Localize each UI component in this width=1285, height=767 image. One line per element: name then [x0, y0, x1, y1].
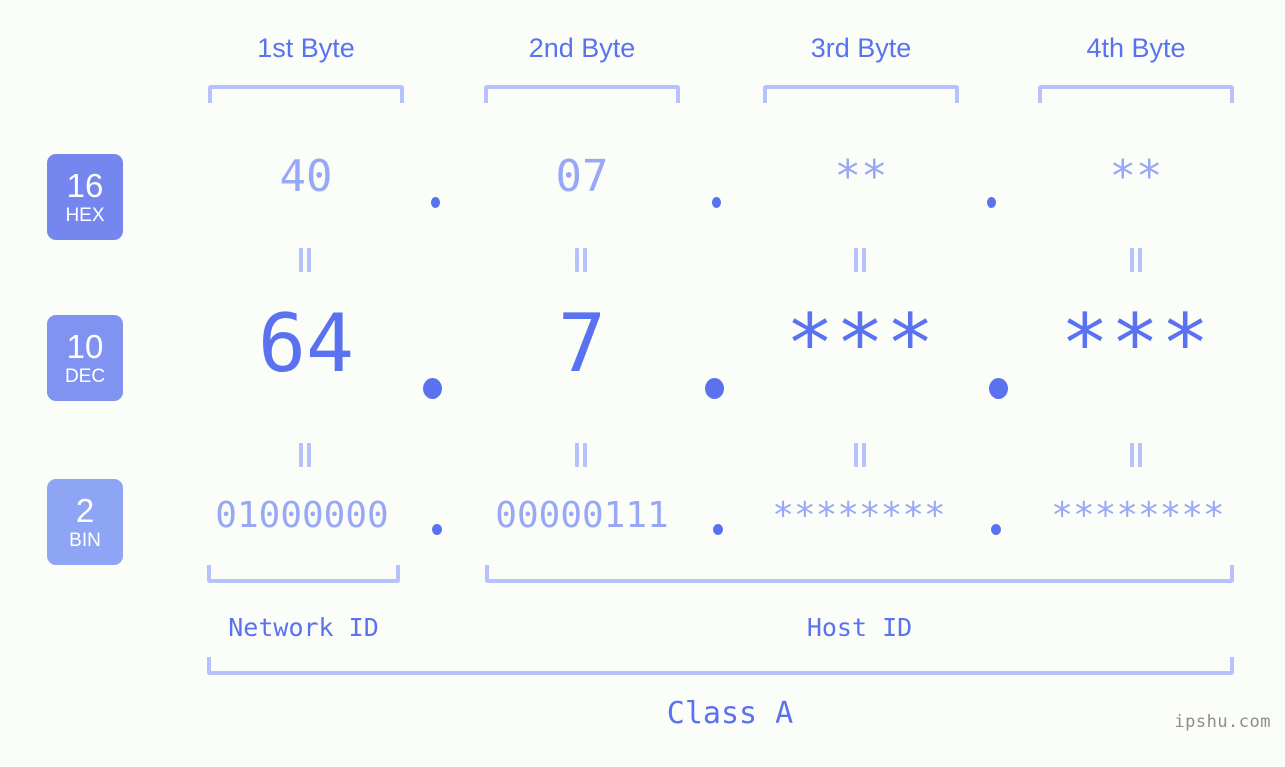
byte-header-4: 4th Byte	[1086, 33, 1186, 63]
bin-byte-3: ********	[772, 495, 946, 536]
ip-breakdown-diagram: 1st Byte 2nd Byte 3rd Byte 4th Byte 16 H…	[0, 0, 1285, 767]
byte-header-1: 1st Byte	[257, 33, 355, 63]
hex-byte-1: 40	[279, 151, 333, 202]
equals-icon-hex-dec-2	[572, 248, 590, 272]
bin-byte-1: 01000000	[215, 495, 389, 536]
equals-icon-hex-dec-3	[851, 248, 869, 272]
dec-dot-separator-3	[989, 378, 1008, 399]
radix-badge-dec-number: 10	[66, 328, 104, 365]
radix-badge-hex-unit: HEX	[65, 205, 105, 226]
radix-badge-dec-unit: DEC	[64, 366, 106, 387]
bin-dot-separator-1	[432, 524, 442, 535]
bin-dot-separator-3	[991, 524, 1001, 535]
radix-badge-bin: 2 BIN	[47, 479, 123, 565]
network-id-bracket	[207, 565, 400, 583]
hex-byte-2: 07	[555, 151, 609, 202]
byte-header-2: 2nd Byte	[528, 33, 636, 63]
dec-byte-2: 7	[557, 297, 607, 390]
host-id-label: Host ID	[806, 613, 913, 642]
equals-icon-dec-bin-3	[851, 443, 869, 467]
bin-byte-2: 00000111	[495, 495, 669, 536]
radix-badge-dec: 10 DEC	[47, 315, 123, 401]
hex-dot-separator-2	[712, 197, 721, 208]
class-label: Class A	[666, 696, 794, 731]
byte-bracket-2	[484, 85, 680, 103]
dec-byte-3: ***	[785, 297, 937, 390]
network-id-label: Network ID	[228, 613, 379, 642]
radix-badge-bin-unit: BIN	[69, 530, 101, 551]
byte-bracket-4	[1038, 85, 1234, 103]
bin-byte-4: ********	[1051, 495, 1225, 536]
dec-byte-1: 64	[257, 297, 355, 390]
byte-header-3: 3rd Byte	[810, 33, 912, 63]
dec-dot-separator-2	[705, 378, 724, 399]
radix-badge-hex: 16 HEX	[47, 154, 123, 240]
bin-dot-separator-2	[713, 524, 723, 535]
radix-badge-hex-number: 16	[66, 167, 104, 204]
byte-bracket-3	[763, 85, 959, 103]
hex-dot-separator-1	[431, 197, 440, 208]
equals-icon-dec-bin-2	[572, 443, 590, 467]
radix-badge-bin-number: 2	[75, 492, 95, 529]
equals-icon-hex-dec-4	[1127, 248, 1145, 272]
equals-icon-hex-dec-1	[296, 248, 314, 272]
host-id-bracket	[485, 565, 1234, 583]
equals-icon-dec-bin-4	[1127, 443, 1145, 467]
hex-byte-4: **	[1109, 151, 1163, 202]
hex-dot-separator-3	[987, 197, 996, 208]
class-bracket	[207, 657, 1234, 675]
hex-byte-3: **	[834, 151, 888, 202]
dec-byte-4: ***	[1060, 297, 1212, 390]
dec-dot-separator-1	[423, 378, 442, 399]
byte-bracket-1	[208, 85, 404, 103]
equals-icon-dec-bin-1	[296, 443, 314, 467]
site-watermark: ipshu.com	[1174, 712, 1271, 732]
